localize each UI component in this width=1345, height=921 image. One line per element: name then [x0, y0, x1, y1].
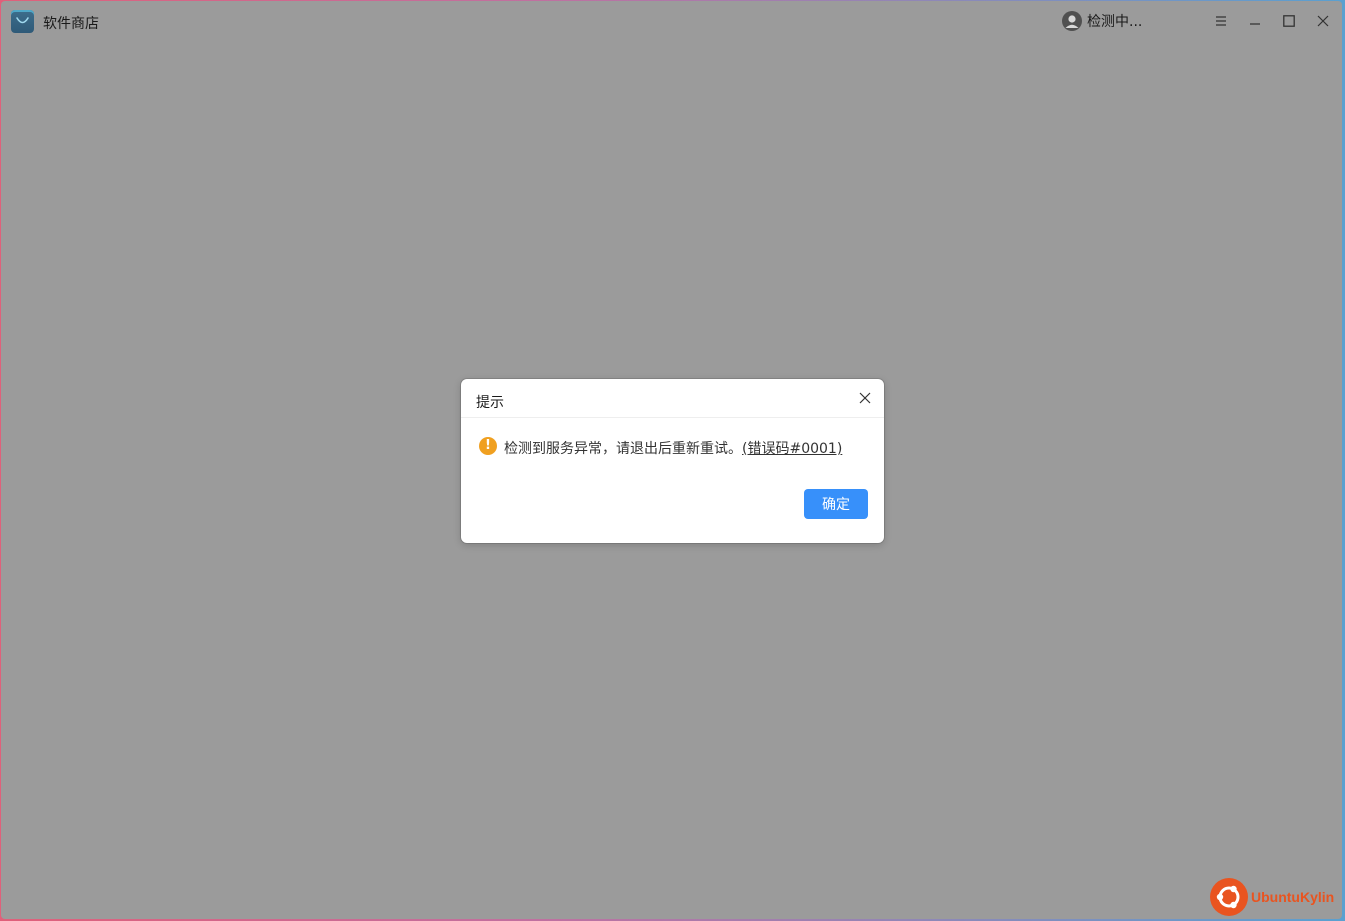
user-status-label: 检测中... [1087, 14, 1143, 30]
menu-icon [1216, 16, 1226, 26]
close-icon [1317, 15, 1329, 27]
app-title: 软件商店 [43, 16, 99, 32]
software-store-icon [11, 10, 34, 33]
ubuntukylin-icon [1210, 878, 1248, 916]
minimize-button[interactable] [1245, 11, 1265, 31]
warning-icon: ! [479, 437, 497, 455]
user-avatar-icon [1062, 11, 1082, 31]
menu-button[interactable] [1211, 11, 1231, 31]
maximize-button[interactable] [1279, 11, 1299, 31]
ubuntukylin-text: UbuntuKylin [1251, 889, 1335, 905]
ubuntukylin-logo: UbuntuKylin [1210, 877, 1334, 917]
title-bar: 软件商店 检测中... [1, 1, 1342, 41]
dialog-title: 提示 [476, 395, 504, 411]
confirm-button[interactable]: 确定 [804, 489, 868, 519]
close-window-button[interactable] [1313, 11, 1333, 31]
maximize-icon [1283, 15, 1295, 27]
close-icon [859, 392, 871, 404]
dialog-message: 检测到服务异常，请退出后重新重试。(错误码#0001) [504, 438, 842, 458]
minimize-icon [1250, 23, 1260, 25]
alert-dialog: 提示 ! 检测到服务异常，请退出后重新重试。(错误码#0001) 确定 [461, 379, 884, 543]
dialog-divider [461, 417, 884, 418]
message-text: 检测到服务异常，请退出后重新重试。 [504, 441, 742, 457]
app-window: 软件商店 检测中... 提示 ! 检测到服务异常，请退出后重新重试。(错误码#0… [1, 1, 1342, 919]
dialog-close-button[interactable] [856, 389, 874, 407]
error-code-link[interactable]: (错误码#0001) [742, 441, 842, 457]
user-account[interactable]: 检测中... [1062, 10, 1142, 32]
